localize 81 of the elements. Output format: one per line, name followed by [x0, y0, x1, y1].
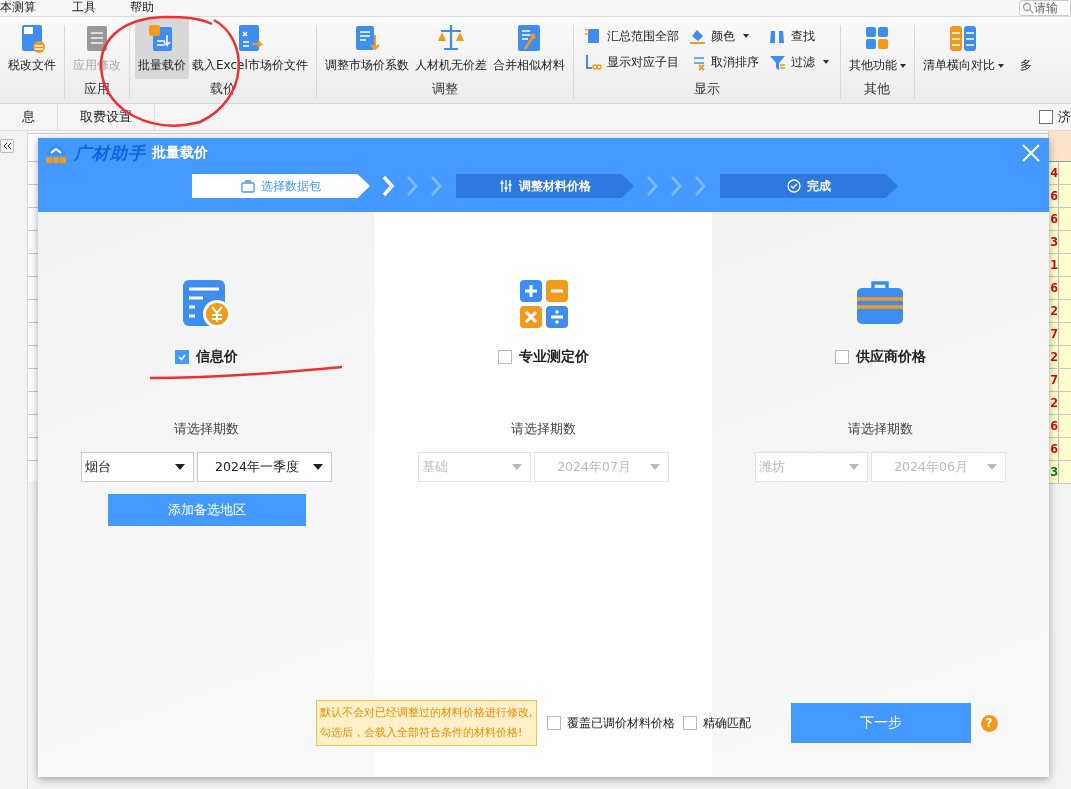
dropdown-arrow-icon: [313, 464, 323, 470]
checkbox-label: 供应商价格: [856, 348, 926, 366]
chevrons-icon: [646, 174, 708, 198]
ribbon-button[interactable]: 取消排序: [688, 49, 759, 75]
group-label: 调整: [430, 80, 459, 98]
table-cell: [1059, 461, 1071, 483]
ribbon-button[interactable]: 其他功能: [845, 19, 909, 79]
filter-icon: [768, 53, 786, 71]
dropdown[interactable]: 2024年一季度: [197, 452, 332, 482]
checkbox-label: 信息价: [196, 348, 238, 366]
dropdown-arrow-icon: [849, 464, 859, 470]
tooltip: 默认不会对已经调整过的材料价格进行修改, 勾选后，会载入全部符合条件的材料价格!: [316, 700, 537, 746]
collapse-button[interactable]: [0, 139, 14, 153]
list-link-icon: [584, 53, 602, 71]
table-cell: [1059, 415, 1071, 437]
ribbon-button[interactable]: 人材机无价差: [411, 19, 490, 79]
period-label: 请选择期数: [848, 420, 913, 438]
sliders-icon: [499, 179, 513, 193]
step-tab[interactable]: 完成: [720, 174, 898, 198]
checkbox[interactable]: [498, 350, 512, 364]
paint-bucket-icon: [688, 27, 706, 45]
check-circle-icon: [787, 179, 801, 193]
step-tab[interactable]: 调整材料价格: [456, 174, 634, 198]
dropdown-arrow-icon: [650, 464, 660, 470]
logo-icon: [44, 142, 68, 164]
ribbon-button[interactable]: 显示对应子目: [584, 49, 679, 75]
ribbon-button[interactable]: 税改文件: [5, 19, 59, 79]
table-cell: [1059, 208, 1071, 230]
group-label: 其他: [863, 80, 892, 98]
ribbon-button[interactable]: 过滤: [768, 49, 829, 75]
group-label: 显示: [692, 80, 721, 98]
caret-icon: [997, 63, 1004, 68]
table-cell: [1059, 346, 1071, 368]
checkbox[interactable]: [835, 350, 849, 364]
briefcase-icon: [241, 179, 255, 193]
table-cell: [1059, 323, 1071, 345]
table-cell: [1059, 392, 1071, 414]
caret-icon: [822, 60, 829, 64]
checkbox-label: 覆盖已调价材料价格: [566, 714, 675, 732]
dropdown[interactable]: 烟台: [81, 452, 194, 482]
ribbon-button[interactable]: 查找: [768, 23, 829, 49]
menu-item[interactable]: 帮助: [130, 0, 154, 14]
ribbon-button[interactable]: 汇总范围全部: [584, 23, 679, 49]
column-header: [1049, 131, 1071, 162]
checkbox-label: 精确匹配: [702, 714, 751, 732]
table-cell: [1059, 438, 1071, 460]
caret-icon: [742, 34, 749, 38]
period-label: 请选择期数: [511, 420, 576, 438]
checkbox-label: 济: [1058, 108, 1071, 126]
caret-icon: [899, 63, 906, 68]
ribbon-button[interactable]: 清单横向对比: [919, 19, 1007, 79]
menu-item[interactable]: 工具: [72, 0, 96, 14]
check-icon: [177, 352, 187, 362]
menu-item[interactable]: 本测算: [0, 0, 36, 14]
search-field[interactable]: 请输: [1019, 0, 1071, 16]
dropdown-arrow-icon: [512, 464, 522, 470]
close-icon: [1021, 143, 1041, 163]
chevrons-icon: [382, 174, 444, 198]
ribbon-button[interactable]: 颜色: [688, 23, 759, 49]
price-list-icon: [180, 278, 233, 330]
close-button[interactable]: [1021, 143, 1041, 163]
table-cell: [1059, 231, 1071, 253]
search-icon: [1022, 2, 1034, 14]
table-cell: [1059, 300, 1071, 322]
table-cell: [1059, 369, 1071, 391]
table-cell: [1059, 162, 1071, 184]
checkbox[interactable]: [175, 350, 189, 364]
double-chevron-left-icon: [2, 142, 12, 150]
table-cell: [1059, 185, 1071, 207]
checkbox-label: 专业测定价: [519, 348, 589, 366]
dropdown-arrow-icon: [175, 464, 185, 470]
table-cell: [1059, 277, 1071, 299]
ribbon-button[interactable]: 多: [1006, 19, 1045, 79]
table-cell: [1059, 254, 1071, 276]
dialog-title: 批量载价: [152, 144, 208, 162]
ribbon-button[interactable]: 合并相似材料: [489, 19, 568, 79]
period-label: 请选择期数: [174, 420, 239, 438]
dropdown-arrow-icon: [987, 464, 997, 470]
ribbon-button[interactable]: 批量载价: [135, 19, 189, 79]
checkbox[interactable]: [1039, 110, 1053, 124]
ribbon-button[interactable]: 调整市场价系数: [321, 19, 412, 79]
